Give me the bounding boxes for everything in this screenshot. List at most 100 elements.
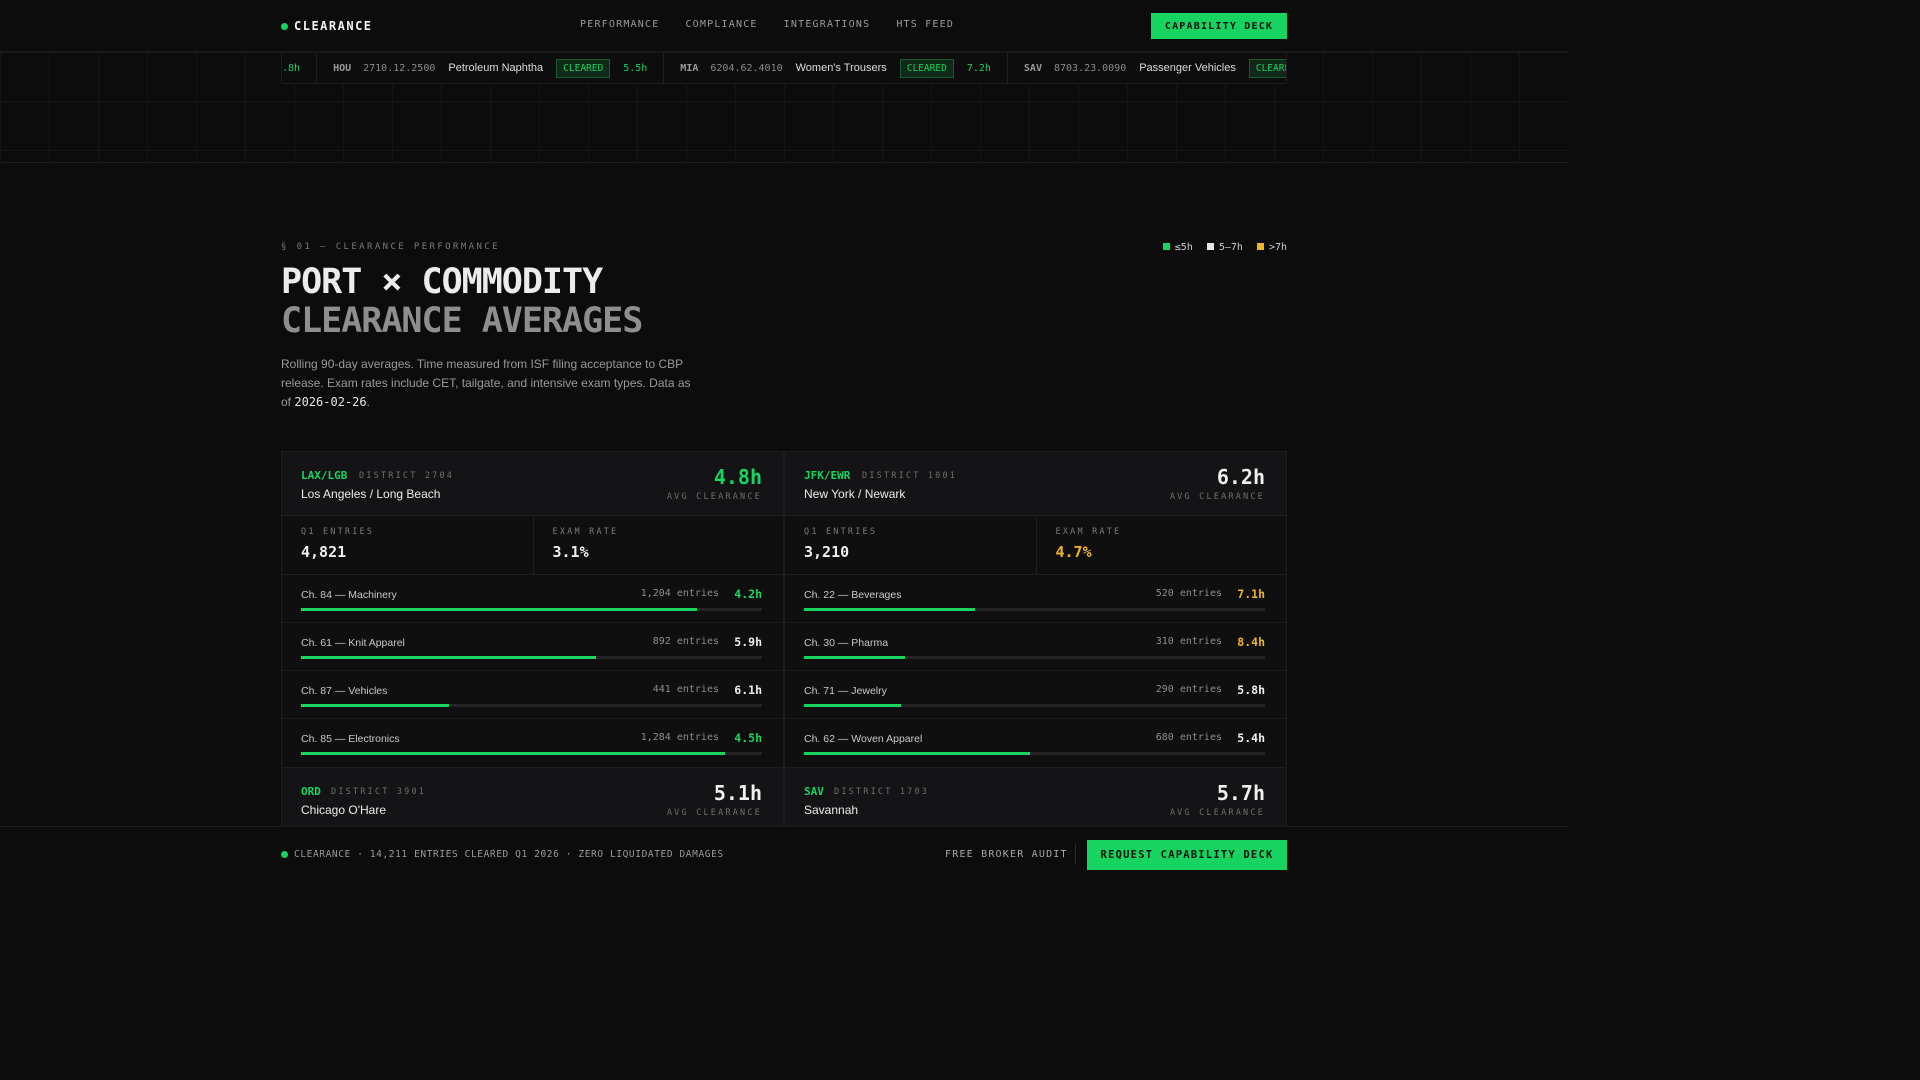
sticky-footer: CLEARANCE · 14,211 ENTRIES CLEARED Q1 20… (0, 826, 1568, 882)
stat-value: 4.7% (1055, 543, 1092, 561)
progress-track (301, 608, 762, 611)
commodity-row: Ch. 61 — Knit Apparel 892 entries 5.9h (282, 623, 783, 671)
commodity-entries: 290 entries (1155, 684, 1222, 695)
status-dot-icon (281, 22, 288, 30)
progress-track (804, 608, 1265, 611)
ticker-port: HOU (333, 62, 352, 74)
stat-exam-rate: EXAM RATE 4.7% (1035, 516, 1287, 574)
status-badge: CLEARED (556, 58, 611, 78)
commodity-time: 4.2h (734, 587, 762, 601)
ticker-desc: Women's Trousers (795, 62, 887, 74)
stat-label: Q1 ENTRIES (804, 527, 878, 537)
footer-summary-text: CLEARANCE · 14,211 ENTRIES CLEARED Q1 20… (294, 849, 724, 860)
commodity-entries: 441 entries (652, 684, 719, 695)
brand-logo[interactable]: CLEARANCE (281, 19, 373, 33)
commodity-label: Ch. 87 — Vehicles (301, 685, 388, 697)
commodity-label: Ch. 22 — Beverages (804, 589, 902, 601)
legend-swatch-icon (1206, 243, 1214, 250)
nav-links: PERFORMANCE COMPLIANCE INTEGRATIONS HTS … (580, 19, 954, 30)
nav-link-hts-feed[interactable]: HTS FEED (896, 19, 954, 30)
progress-track (804, 704, 1265, 707)
stat-entries: Q1 ENTRIES 3,210 (785, 516, 1036, 574)
commodity-time: 6.1h (734, 683, 762, 697)
commodity-row: Ch. 87 — Vehicles 441 entries 6.1h (282, 671, 783, 719)
top-nav: CLEARANCE PERFORMANCE COMPLIANCE INTEGRA… (0, 0, 1568, 52)
commodity-entries: 310 entries (1155, 636, 1222, 647)
section-eyebrow: § 01 — CLEARANCE PERFORMANCE (281, 242, 500, 252)
commodity-entries: 892 entries (652, 636, 719, 647)
port-district: DISTRICT 1001 (862, 471, 958, 481)
nav-link-integrations[interactable]: INTEGRATIONS (784, 19, 871, 30)
ticker-item: SAV 8703.23.0090 Passenger Vehicles CLEA… (1008, 53, 1286, 83)
progress-fill (301, 608, 698, 611)
clearance-ticker: .8h HOU 2710.12.2500 Petroleum Naphtha C… (281, 53, 1287, 84)
legend-item-slow: >7h (1256, 242, 1287, 253)
progress-fill (804, 608, 975, 611)
ticker-hts: 2710.12.2500 (363, 62, 436, 74)
capability-deck-button[interactable]: CAPABILITY DECK (1151, 13, 1287, 39)
commodity-entries: 1,284 entries (640, 732, 719, 743)
status-badge: CLEARED (1248, 58, 1286, 78)
commodity-time: 7.1h (1237, 587, 1265, 601)
port-code: ORD (301, 785, 321, 798)
ticker-item: .8h (282, 53, 318, 83)
progress-track (301, 752, 762, 755)
ticker-desc: Petroleum Naphtha (448, 62, 544, 74)
ticker-hts: 6204.62.4010 (710, 62, 783, 74)
progress-fill (804, 752, 1030, 755)
commodity-entries: 520 entries (1155, 588, 1222, 599)
legend-item-fast: ≤5h (1162, 242, 1193, 253)
port-stats: Q1 ENTRIES 3,210 EXAM RATE 4.7% (785, 516, 1286, 575)
avg-clearance-value: 4.8h (713, 465, 762, 489)
commodity-time: 4.5h (734, 731, 762, 745)
commodity-row: Ch. 22 — Beverages 520 entries 7.1h (785, 575, 1286, 623)
port-district: DISTRICT 2704 (359, 471, 455, 481)
port-code: JFK/EWR (804, 469, 851, 482)
status-dot-icon (281, 851, 288, 858)
port-card-header: SAV DISTRICT 1703 Savannah 5.7h AVG CLEA… (785, 768, 1286, 827)
legend-item-mid: 5–7h (1206, 242, 1243, 253)
port-name: Savannah (804, 803, 859, 817)
commodity-label: Ch. 62 — Woven Apparel (804, 733, 923, 745)
data-date: 2026-02-26 (294, 395, 367, 409)
port-card-header: JFK/EWR DISTRICT 1001 New York / Newark … (785, 452, 1286, 516)
port-card-jfk-ewr: JFK/EWR DISTRICT 1001 New York / Newark … (784, 451, 1287, 768)
progress-fill (301, 752, 726, 755)
commodity-label: Ch. 85 — Electronics (301, 733, 400, 745)
progress-fill (301, 656, 597, 659)
legend-swatch-icon (1162, 243, 1170, 250)
port-name: Los Angeles / Long Beach (301, 487, 441, 501)
avg-clearance-label: AVG CLEARANCE (666, 808, 762, 818)
port-district: DISTRICT 1703 (834, 787, 930, 797)
progress-track (804, 752, 1265, 755)
request-capability-deck-button[interactable]: REQUEST CAPABILITY DECK (1087, 840, 1287, 870)
ticker-time: 5.5h (623, 62, 648, 74)
avg-clearance-value: 6.2h (1216, 465, 1265, 489)
port-name: New York / Newark (804, 487, 906, 501)
port-name: Chicago O'Hare (301, 803, 386, 817)
free-broker-audit-link[interactable]: FREE BROKER AUDIT (945, 849, 1068, 860)
commodity-time: 5.8h (1237, 683, 1265, 697)
port-cards-grid: LAX/LGB DISTRICT 2704 Los Angeles / Long… (281, 451, 1287, 827)
commodity-entries: 680 entries (1155, 732, 1222, 743)
page-title: PORT × COMMODITY (281, 262, 603, 302)
legend-label: 5–7h (1218, 242, 1243, 253)
ticker-row: .8h HOU 2710.12.2500 Petroleum Naphtha C… (282, 53, 1286, 83)
footer-divider (1075, 844, 1076, 864)
commodity-time: 5.9h (734, 635, 762, 649)
nav-link-performance[interactable]: PERFORMANCE (580, 19, 659, 30)
legend-swatch-icon (1256, 243, 1264, 250)
nav-link-compliance[interactable]: COMPLIANCE (685, 19, 757, 30)
port-card-header: ORD DISTRICT 3901 Chicago O'Hare 5.1h AV… (282, 768, 783, 827)
commodity-row: Ch. 85 — Electronics 1,284 entries 4.5h (282, 719, 783, 767)
legend: ≤5h 5–7h >7h (1162, 242, 1287, 253)
stat-label: EXAM RATE (552, 527, 619, 537)
commodity-row: Ch. 71 — Jewelry 290 entries 5.8h (785, 671, 1286, 719)
port-card-ord: ORD DISTRICT 3901 Chicago O'Hare 5.1h AV… (281, 767, 784, 827)
stat-value: 3.1% (552, 543, 589, 561)
commodity-label: Ch. 71 — Jewelry (804, 685, 887, 697)
ticker-port: SAV (1023, 62, 1042, 74)
progress-track (301, 656, 762, 659)
avg-clearance-value: 5.7h (1216, 781, 1265, 805)
port-code: SAV (804, 785, 824, 798)
